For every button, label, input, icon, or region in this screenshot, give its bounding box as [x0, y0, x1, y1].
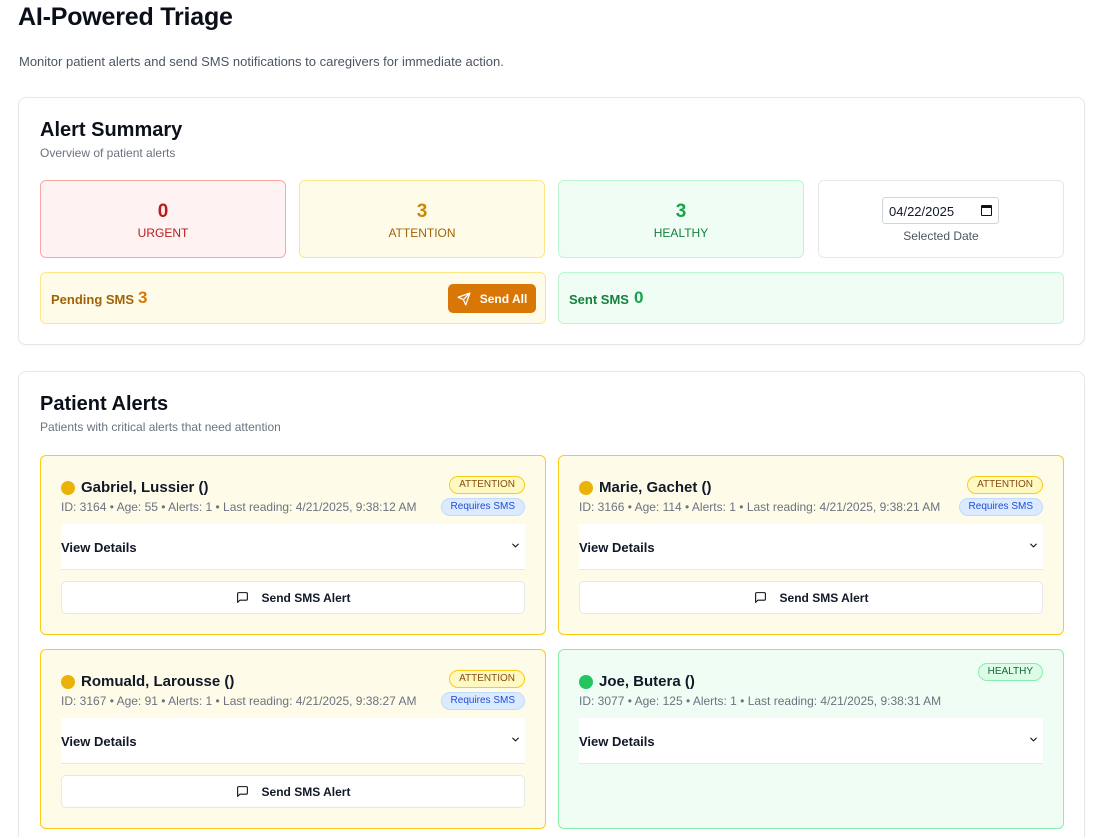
pending-sms-count: 3 [138, 288, 148, 307]
page-subtitle: Monitor patient alerts and send SMS noti… [19, 54, 504, 69]
view-details-label: View Details [579, 540, 655, 555]
message-square-icon [236, 786, 248, 797]
chevron-down-icon [1030, 737, 1037, 742]
chevron-down-icon [1030, 543, 1037, 548]
patient-alerts-card: Patient Alerts Patients with critical al… [18, 371, 1085, 837]
calendar-icon[interactable] [981, 205, 992, 216]
view-details-toggle[interactable]: View Details [61, 718, 525, 764]
send-sms-alert-button[interactable]: Send SMS Alert [61, 581, 525, 614]
send-sms-alert-label: Send SMS Alert [261, 784, 351, 799]
requires-sms-badge: Requires SMS [440, 692, 525, 710]
pending-sms-panel: Pending SMS 3 Send All [40, 272, 546, 324]
healthy-stat: 3 HEALTHY [558, 180, 804, 258]
patient-meta: ID: 3167 • Age: 91 • Alerts: 1 • Last re… [61, 694, 417, 708]
message-square-icon [754, 592, 766, 603]
status-badge: ATTENTION [449, 670, 525, 688]
view-details-toggle[interactable]: View Details [579, 718, 1043, 764]
status-dot [61, 675, 75, 689]
view-details-label: View Details [61, 540, 137, 555]
status-badge: ATTENTION [449, 476, 525, 494]
patient-name: Marie, Gachet () [599, 479, 712, 496]
attention-count: 3 [416, 201, 428, 222]
date-input[interactable]: 04/22/2025 [882, 197, 999, 224]
alert-summary-description: Overview of patient alerts [40, 146, 176, 160]
send-sms-alert-label: Send SMS Alert [779, 590, 869, 605]
date-stat: 04/22/2025 Selected Date [818, 180, 1064, 258]
patient-name: Romuald, Larousse () [81, 673, 235, 690]
patient-alerts-description: Patients with critical alerts that need … [40, 420, 281, 434]
send-sms-alert-button[interactable]: Send SMS Alert [61, 775, 525, 808]
view-details-label: View Details [61, 734, 137, 749]
message-square-icon [236, 592, 248, 603]
healthy-count: 3 [675, 201, 687, 222]
status-dot [61, 481, 75, 495]
urgent-count: 0 [157, 201, 169, 222]
status-dot [579, 481, 593, 495]
status-badge: HEALTHY [977, 663, 1043, 681]
patient-card: Joe, Butera () ID: 3077 • Age: 125 • Ale… [558, 649, 1064, 829]
attention-label: ATTENTION [388, 226, 456, 240]
attention-stat: 3 ATTENTION [299, 180, 545, 258]
healthy-label: HEALTHY [653, 226, 709, 240]
urgent-label: URGENT [137, 226, 189, 240]
requires-sms-badge: Requires SMS [440, 498, 525, 516]
patient-meta: ID: 3077 • Age: 125 • Alerts: 1 • Last r… [579, 694, 942, 708]
sent-sms-panel: Sent SMS 0 [558, 272, 1064, 324]
send-all-button[interactable]: Send All [448, 284, 536, 313]
patient-meta: ID: 3166 • Age: 114 • Alerts: 1 • Last r… [579, 500, 941, 514]
urgent-stat: 0 URGENT [40, 180, 286, 258]
patient-card: Gabriel, Lussier () ID: 3164 • Age: 55 •… [40, 455, 546, 635]
send-sms-alert-button[interactable]: Send SMS Alert [579, 581, 1043, 614]
view-details-toggle[interactable]: View Details [579, 524, 1043, 570]
send-sms-alert-label: Send SMS Alert [261, 590, 351, 605]
chevron-down-icon [512, 543, 519, 548]
requires-sms-badge: Requires SMS [958, 498, 1043, 516]
patient-meta: ID: 3164 • Age: 55 • Alerts: 1 • Last re… [61, 500, 417, 514]
sent-sms-label: Sent SMS [569, 292, 629, 307]
chevron-down-icon [512, 737, 519, 742]
patient-alerts-title: Patient Alerts [40, 393, 169, 415]
page-title: AI-Powered Triage [18, 3, 233, 31]
alert-summary-title: Alert Summary [40, 119, 183, 141]
pending-sms-label: Pending SMS [51, 292, 135, 307]
view-details-label: View Details [579, 734, 655, 749]
date-value: 04/22/2025 [889, 204, 955, 219]
patient-name: Joe, Butera () [599, 673, 695, 690]
patient-card: Marie, Gachet () ID: 3166 • Age: 114 • A… [558, 455, 1064, 635]
send-icon [457, 292, 471, 305]
status-badge: ATTENTION [967, 476, 1043, 494]
sent-sms-count: 0 [634, 288, 644, 307]
alert-summary-card: Alert Summary Overview of patient alerts… [18, 97, 1085, 345]
selected-date-label: Selected Date [903, 229, 979, 243]
view-details-toggle[interactable]: View Details [61, 524, 525, 570]
patient-card: Romuald, Larousse () ID: 3167 • Age: 91 … [40, 649, 546, 829]
status-dot [579, 675, 593, 689]
send-all-label: Send All [479, 291, 528, 306]
patient-name: Gabriel, Lussier () [81, 479, 209, 496]
